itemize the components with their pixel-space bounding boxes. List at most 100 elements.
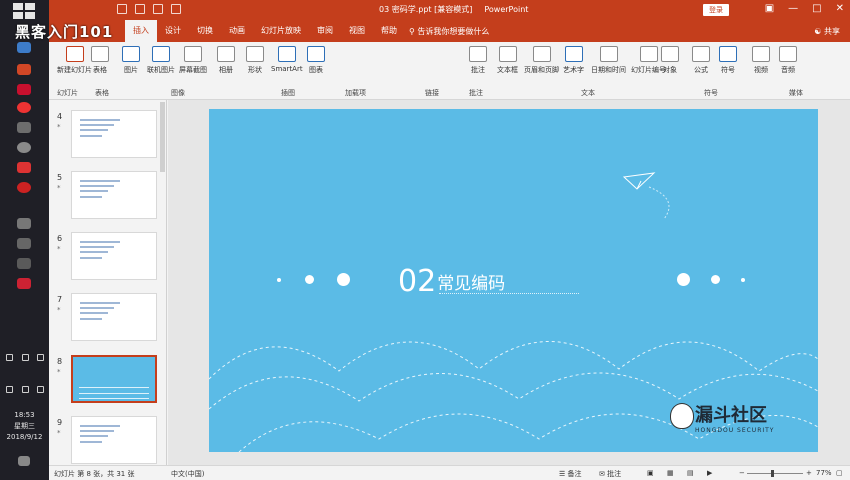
slide-thumbnail[interactable] <box>71 110 157 158</box>
ribbon-button-2[interactable]: 图片 <box>122 46 140 75</box>
language-indicator[interactable]: 中文(中国) <box>171 469 204 479</box>
close-icon[interactable]: ✕ <box>836 3 844 14</box>
ribbon-button-icon <box>599 46 618 62</box>
notes-taskbar-icon[interactable] <box>17 218 31 229</box>
ribbon-button-6[interactable]: 形状 <box>246 46 264 75</box>
ribbon-button-icon <box>719 46 737 62</box>
slide-thumbnail-panel[interactable]: 4 * 5 * 6 * 7 * 8 * 9 * <box>49 100 167 465</box>
ribbon-button-4[interactable]: 屏幕截图 <box>179 46 207 75</box>
minimize-icon[interactable]: — <box>788 3 798 14</box>
media-taskbar-icon[interactable] <box>17 162 31 173</box>
slide-thumbnail[interactable] <box>71 416 157 464</box>
watermark-logo-icon <box>670 403 694 429</box>
thumb-wave <box>79 387 149 388</box>
windows-start-icon[interactable] <box>13 3 35 19</box>
zoom-level[interactable]: 77% <box>816 469 832 477</box>
ribbon-button-17[interactable]: 符号 <box>719 46 737 75</box>
thumb-text-line <box>80 312 108 314</box>
redo-icon[interactable] <box>153 4 163 14</box>
comments-button[interactable]: ✉ 批注 <box>599 469 621 479</box>
chrome-taskbar-icon[interactable] <box>17 102 31 113</box>
tell-me-search[interactable]: ⚲ 告诉我你想要做什么 <box>409 26 489 37</box>
ribbon-button-icon <box>692 46 710 62</box>
tab-4[interactable]: 幻灯片放映 <box>253 20 309 42</box>
title-bar: 03 密码学.ppt [兼容模式] PowerPoint 登录 ▣ — □ ✕ <box>49 0 850 20</box>
ribbon-button-11[interactable]: 页眉和页脚 <box>524 46 559 75</box>
powerpoint-taskbar-icon[interactable] <box>17 64 31 75</box>
zoom-slider[interactable] <box>747 473 803 474</box>
slide-sorter-icon[interactable]: ▦ <box>667 469 674 477</box>
ribbon-button-1[interactable]: 表格 <box>91 46 109 75</box>
notes-button[interactable]: ☰ 备注 <box>559 469 582 479</box>
ribbon-button-10[interactable]: 文本框 <box>497 46 518 75</box>
zoom-slider-handle[interactable] <box>771 470 774 477</box>
tab-1[interactable]: 设计 <box>157 20 189 42</box>
thumb-text-line <box>80 246 114 248</box>
normal-view-icon[interactable]: ▣ <box>647 469 654 477</box>
current-slide[interactable]: 02常见编码 漏斗社区 HONGDOU SECURITY <box>209 109 818 452</box>
tab-6[interactable]: 视图 <box>341 20 373 42</box>
notification-icon[interactable] <box>18 456 30 466</box>
ribbon-button-label: 文本框 <box>497 66 518 74</box>
files-taskbar-icon[interactable] <box>17 258 31 269</box>
slide-thumbnail[interactable] <box>71 355 157 403</box>
clock-time[interactable]: 18:53 <box>0 411 49 420</box>
brand-overlay: 黑客入门101 <box>15 23 114 41</box>
thumb-text-line <box>80 196 102 198</box>
ribbon-button-9[interactable]: 批注 <box>469 46 487 75</box>
store-taskbar-icon[interactable] <box>17 278 31 289</box>
thumb-text-line <box>80 251 108 253</box>
search-taskbar-icon[interactable] <box>17 182 31 193</box>
ribbon-button-3[interactable]: 联机图片 <box>147 46 175 75</box>
tab-5[interactable]: 审阅 <box>309 20 341 42</box>
share-button[interactable]: ☯ 共享 <box>814 26 840 37</box>
browser-taskbar-icon[interactable] <box>17 84 31 95</box>
watermark: 漏斗社区 HONGDOU SECURITY <box>670 401 774 434</box>
system-tray-icons[interactable] <box>6 386 44 396</box>
ribbon-button-13[interactable]: 日期和时间 <box>591 46 626 75</box>
ribbon-button-label: SmartArt <box>271 65 303 73</box>
ribbon-button-label: 图表 <box>309 66 323 74</box>
slideshow-icon[interactable]: ▶ <box>707 469 712 477</box>
zoom-in-icon[interactable]: + <box>806 469 812 477</box>
slide-thumbnail[interactable] <box>71 232 157 280</box>
app-taskbar-icon[interactable] <box>17 122 31 133</box>
save-icon[interactable] <box>117 4 127 14</box>
settings-taskbar-icon[interactable] <box>17 142 31 153</box>
ribbon-button-19[interactable]: 音频 <box>779 46 797 75</box>
transition-star-icon: * <box>57 429 61 437</box>
slide-thumbnail[interactable] <box>71 171 157 219</box>
ribbon-button-5[interactable]: 相册 <box>217 46 235 75</box>
ribbon-button-18[interactable]: 视频 <box>752 46 770 75</box>
transition-star-icon: * <box>57 245 61 253</box>
restore-icon[interactable]: □ <box>812 3 821 14</box>
system-tray[interactable] <box>6 354 44 364</box>
ribbon-group-label: 链接 <box>425 89 439 97</box>
ribbon-display-icon[interactable]: ▣ <box>765 3 774 14</box>
tab-0[interactable]: 插入 <box>125 20 157 42</box>
transition-star-icon: * <box>57 306 61 314</box>
ribbon-button-icon <box>752 46 770 62</box>
mail-taskbar-icon[interactable] <box>17 238 31 249</box>
tab-3[interactable]: 动画 <box>221 20 253 42</box>
tab-7[interactable]: 帮助 <box>373 20 405 42</box>
ribbon-button-icon <box>564 46 583 62</box>
ribbon-button-16[interactable]: 公式 <box>692 46 710 75</box>
ribbon-button-8[interactable]: 图表 <box>307 46 325 75</box>
title-underline <box>439 293 579 294</box>
undo-icon[interactable] <box>135 4 145 14</box>
ribbon-button-7[interactable]: SmartArt <box>271 46 303 73</box>
start-slideshow-icon[interactable] <box>171 4 181 14</box>
sign-in-button[interactable]: 登录 <box>703 4 729 16</box>
reading-view-icon[interactable]: ▤ <box>687 469 694 477</box>
tab-2[interactable]: 切换 <box>189 20 221 42</box>
ribbon-group-label: 图像 <box>171 89 185 97</box>
panel-scrollbar[interactable] <box>160 102 165 172</box>
ribbon-button-15[interactable]: 对象 <box>661 46 679 75</box>
task-view-icon[interactable] <box>17 42 31 53</box>
fit-slide-icon[interactable]: ▢ <box>836 469 843 477</box>
zoom-out-icon[interactable]: − <box>739 469 745 477</box>
ribbon-button-12[interactable]: 艺术字 <box>563 46 584 75</box>
slide-thumbnail[interactable] <box>71 293 157 341</box>
ribbon-button-0[interactable]: 新建幻灯片 <box>57 46 92 75</box>
